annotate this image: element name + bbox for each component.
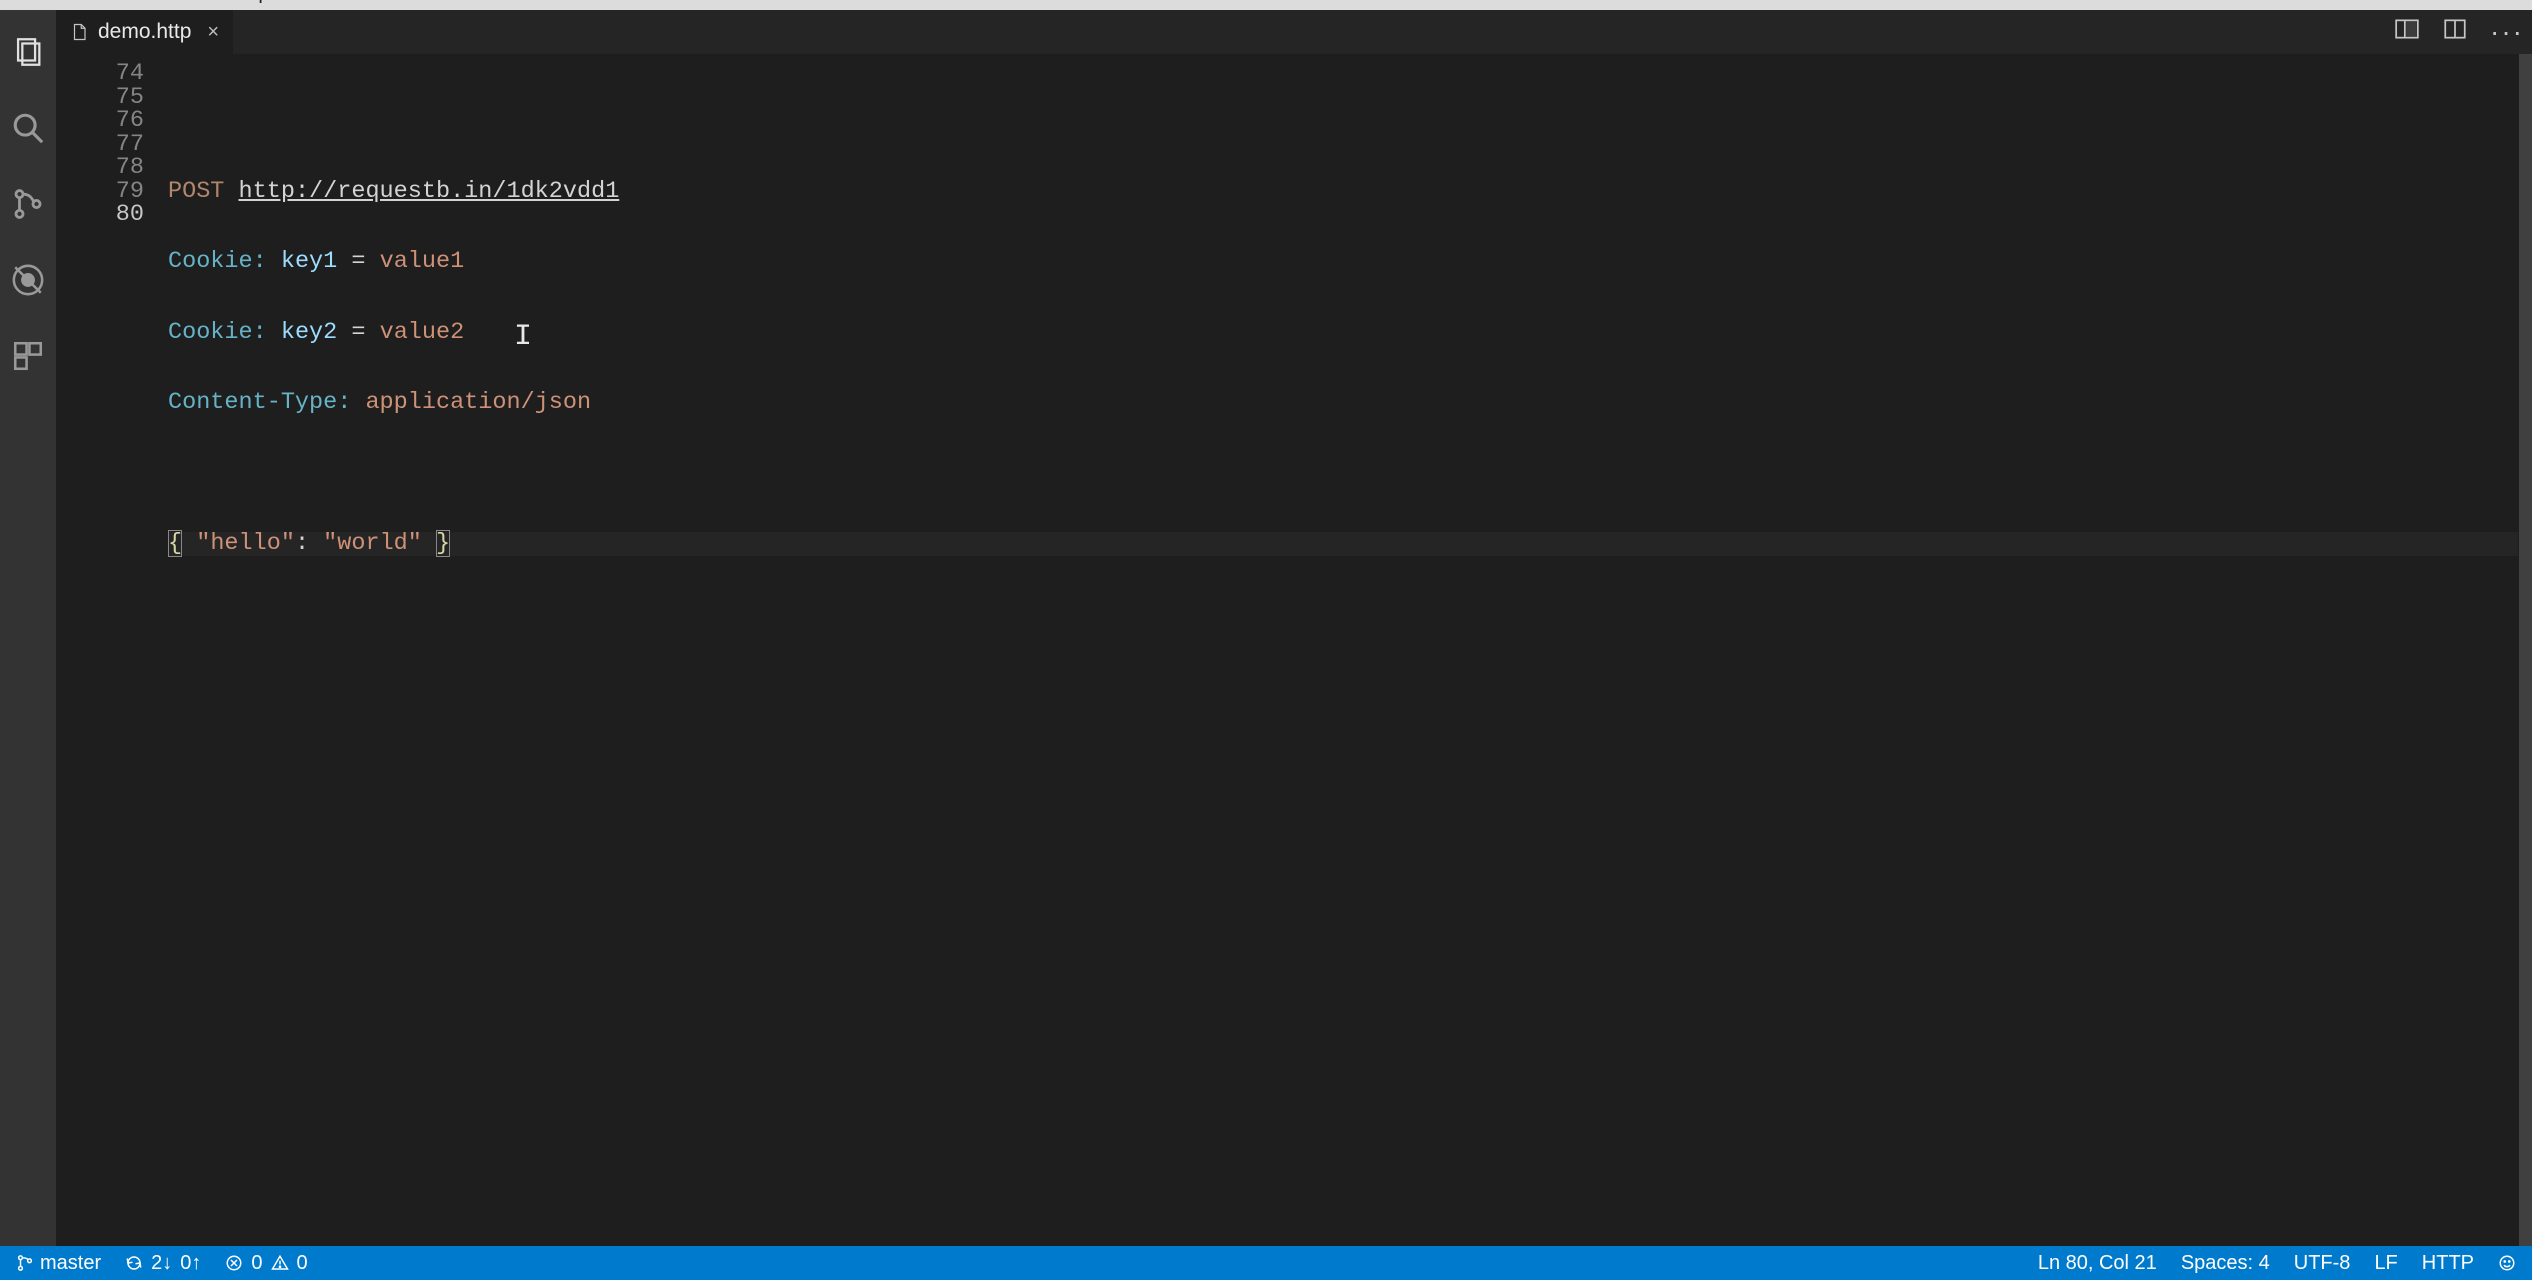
status-left: master 2↓ 0↑ 0 0 bbox=[12, 1252, 312, 1275]
status-language[interactable]: HTTP bbox=[2418, 1252, 2478, 1275]
tab-label: demo.http bbox=[98, 20, 191, 44]
code-content[interactable]: POST http://requestb.in/1dk2vdd1 Cookie:… bbox=[168, 62, 2532, 1246]
activity-bar bbox=[0, 10, 56, 1246]
status-encoding[interactable]: UTF-8 bbox=[2290, 1252, 2355, 1275]
menu-bar: File Edit View Go Help bbox=[0, 0, 2532, 10]
line-number: 78 bbox=[56, 156, 168, 180]
close-icon[interactable]: × bbox=[207, 21, 219, 44]
line-number-gutter: 74 75 76 77 78 79 80 bbox=[56, 62, 168, 1246]
menu-help[interactable]: Help bbox=[228, 0, 269, 5]
code-line[interactable]: Cookie: key1 = value1 bbox=[168, 250, 2532, 274]
source-control-icon[interactable] bbox=[0, 180, 56, 228]
warning-icon bbox=[271, 1254, 289, 1272]
code-line[interactable]: POST http://requestb.in/1dk2vdd1 bbox=[168, 180, 2532, 204]
status-warnings: 0 bbox=[297, 1252, 308, 1275]
line-number: 75 bbox=[56, 86, 168, 110]
status-line-col[interactable]: Ln 80, Col 21 bbox=[2034, 1252, 2161, 1275]
status-sync-up: 0↑ bbox=[180, 1252, 201, 1275]
explorer-icon[interactable] bbox=[0, 28, 56, 76]
menu-edit[interactable]: Edit bbox=[58, 0, 92, 5]
workbench: demo.http × ··· 74 75 76 77 78 79 bbox=[0, 10, 2532, 1246]
split-editor-icon[interactable] bbox=[2394, 16, 2420, 47]
smiley-icon bbox=[2498, 1254, 2516, 1272]
search-icon[interactable] bbox=[0, 104, 56, 152]
error-icon bbox=[225, 1254, 243, 1272]
status-spaces[interactable]: Spaces: 4 bbox=[2177, 1252, 2274, 1275]
vertical-scrollbar[interactable] bbox=[2519, 54, 2532, 1246]
menu-view[interactable]: View bbox=[115, 0, 158, 5]
status-sync-down: 2↓ bbox=[151, 1252, 172, 1275]
line-number: 74 bbox=[56, 62, 168, 86]
line-number: 80 bbox=[56, 203, 168, 227]
layout-icon[interactable] bbox=[2442, 16, 2468, 47]
line-number: 79 bbox=[56, 180, 168, 204]
code-line[interactable] bbox=[168, 462, 2532, 486]
code-line[interactable]: Content-Type: application/json bbox=[168, 391, 2532, 415]
code-line[interactable]: Cookie: key2 = value2 bbox=[168, 321, 2532, 345]
status-sync[interactable]: 2↓ 0↑ bbox=[121, 1252, 205, 1275]
file-icon bbox=[70, 23, 88, 41]
status-branch-label: master bbox=[40, 1252, 101, 1275]
debug-icon[interactable] bbox=[0, 256, 56, 304]
status-bar: master 2↓ 0↑ 0 0 Ln 80, Col 21 Spaces: 4… bbox=[0, 1246, 2532, 1280]
code-area[interactable]: 74 75 76 77 78 79 80 POST http://request… bbox=[56, 54, 2532, 1246]
code-line[interactable] bbox=[168, 109, 2532, 133]
menu-file[interactable]: File bbox=[4, 0, 36, 5]
sync-icon bbox=[125, 1254, 143, 1272]
status-right: Ln 80, Col 21 Spaces: 4 UTF-8 LF HTTP bbox=[2034, 1252, 2520, 1275]
branch-icon bbox=[16, 1254, 34, 1272]
scrollbar-thumb[interactable] bbox=[2519, 54, 2532, 1246]
editor-group: demo.http × ··· 74 75 76 77 78 79 bbox=[56, 10, 2532, 1246]
status-eol[interactable]: LF bbox=[2370, 1252, 2401, 1275]
line-number: 76 bbox=[56, 109, 168, 133]
editor-actions: ··· bbox=[2394, 16, 2524, 47]
line-number: 77 bbox=[56, 133, 168, 157]
status-errors: 0 bbox=[251, 1252, 262, 1275]
tab-row: demo.http × ··· bbox=[56, 10, 2532, 54]
extensions-icon[interactable] bbox=[0, 332, 56, 380]
code-line[interactable]: { "hello": "world" } bbox=[168, 532, 2518, 556]
status-problems[interactable]: 0 0 bbox=[221, 1252, 311, 1275]
more-actions-icon[interactable]: ··· bbox=[2490, 19, 2524, 45]
status-branch[interactable]: master bbox=[12, 1252, 105, 1275]
menu-go[interactable]: Go bbox=[180, 0, 207, 5]
tab-demo-http[interactable]: demo.http × bbox=[56, 10, 234, 54]
status-feedback[interactable] bbox=[2494, 1254, 2520, 1272]
